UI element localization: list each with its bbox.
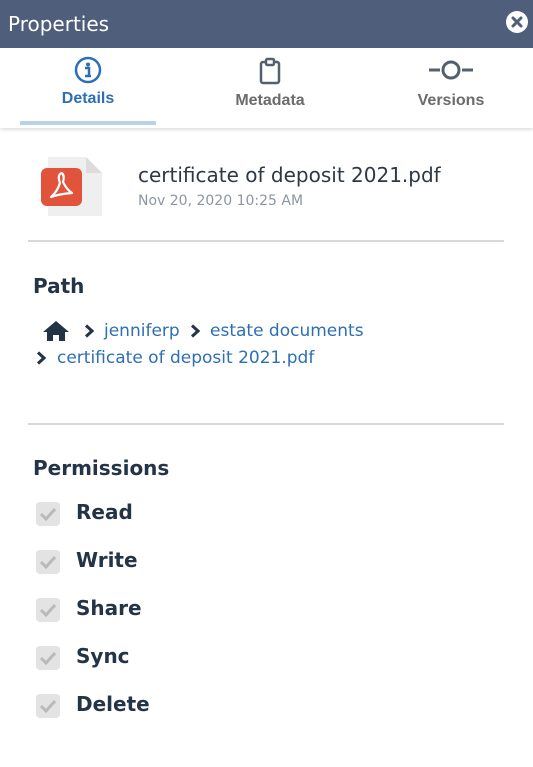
breadcrumb-link-jenniferp[interactable]: jenniferp [104,321,180,341]
tab-metadata[interactable]: Metadata [210,48,330,128]
permission-label: Share [76,596,142,620]
permissions-heading: Permissions [33,456,170,480]
path-heading: Path [33,274,85,298]
permission-label: Sync [76,644,130,668]
close-icon [511,16,523,28]
checkmark-icon [39,507,57,522]
pdf-file-icon [41,157,102,216]
clipboard-icon [259,57,281,85]
permission-checkbox [36,694,60,718]
window-title: Properties [8,12,110,36]
permission-label: Delete [76,692,150,716]
chevron-right-icon [190,324,200,338]
tab-bar: Details Metadata Versions [0,48,533,128]
chevron-right-icon [84,324,94,338]
permission-label: Read [76,500,133,524]
permission-checkbox [36,550,60,574]
permission-checkbox [36,598,60,622]
active-tab-indicator [20,121,156,125]
tab-versions-label: Versions [417,92,485,109]
close-button[interactable] [506,11,528,33]
checkmark-icon [39,651,57,666]
divider [28,423,504,425]
checkmark-icon [39,699,57,714]
info-circle-icon [74,56,102,84]
permission-checkbox [36,502,60,526]
tab-metadata-label: Metadata [235,92,305,109]
file-date: Nov 20, 2020 10:25 AM [138,193,304,209]
checkmark-icon [39,555,57,570]
tab-versions[interactable]: Versions [390,48,512,128]
permission-checkbox [36,646,60,670]
file-name: certificate of deposit 2021.pdf [138,163,441,187]
breadcrumb-link-estate-documents[interactable]: estate documents [210,321,364,341]
home-icon[interactable] [42,320,70,342]
tab-details-label: Details [61,90,115,107]
divider [28,240,504,242]
permission-label: Write [76,548,138,572]
chevron-right-icon [36,351,46,365]
checkmark-icon [39,603,57,618]
title-bar: Properties [0,0,533,48]
tab-details[interactable]: Details [20,48,156,128]
breadcrumb-link-file[interactable]: certificate of deposit 2021.pdf [57,348,314,368]
version-timeline-icon [429,60,473,80]
